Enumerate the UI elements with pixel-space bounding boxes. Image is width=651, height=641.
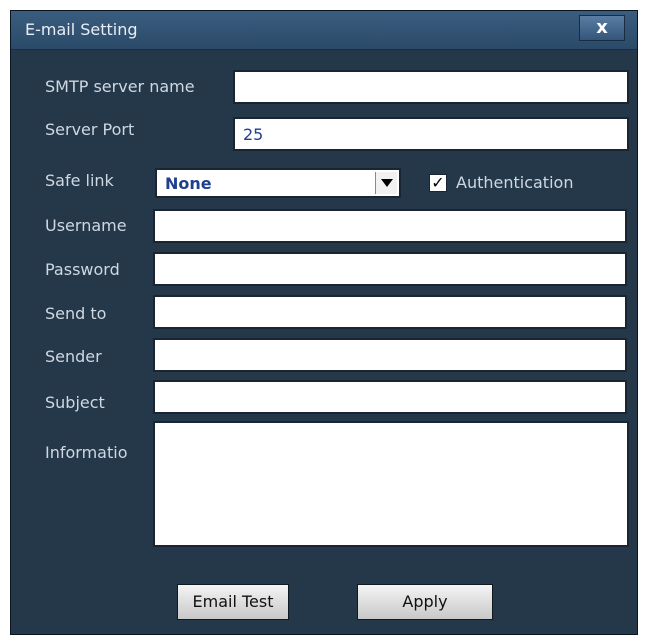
username-input[interactable] [153, 209, 627, 243]
subject-input[interactable] [153, 380, 627, 414]
password-input[interactable] [153, 252, 627, 286]
close-icon: x [596, 17, 608, 38]
checkmark-icon: ✓ [431, 173, 445, 192]
sender-input[interactable] [153, 338, 627, 372]
dropdown-arrow-icon[interactable] [375, 172, 397, 194]
safe-link-select[interactable]: None [155, 168, 401, 198]
subject-label: Subject [45, 393, 105, 412]
password-label: Password [45, 260, 120, 279]
safe-link-label: Safe link [45, 171, 114, 190]
send-to-input[interactable] [153, 295, 627, 329]
information-textarea[interactable] [153, 421, 629, 547]
close-button[interactable]: x [579, 15, 625, 41]
safe-link-selected-value: None [165, 174, 212, 193]
authentication-label: Authentication [456, 173, 574, 192]
send-to-label: Send to [45, 304, 107, 323]
username-label: Username [45, 216, 127, 235]
sender-label: Sender [45, 347, 102, 366]
authentication-checkbox[interactable]: ✓ [429, 174, 447, 192]
server-port-input[interactable] [233, 117, 629, 151]
information-label: Informatio [45, 443, 128, 462]
email-setting-dialog: E-mail Setting x SMTP server name Server… [10, 10, 638, 635]
apply-button[interactable]: Apply [357, 584, 493, 620]
smtp-server-name-label: SMTP server name [45, 77, 195, 96]
dialog-title: E-mail Setting [25, 20, 138, 39]
server-port-label: Server Port [45, 120, 135, 139]
email-test-button[interactable]: Email Test [177, 584, 289, 620]
title-bar[interactable]: E-mail Setting x [11, 11, 637, 50]
smtp-server-name-input[interactable] [233, 70, 629, 104]
